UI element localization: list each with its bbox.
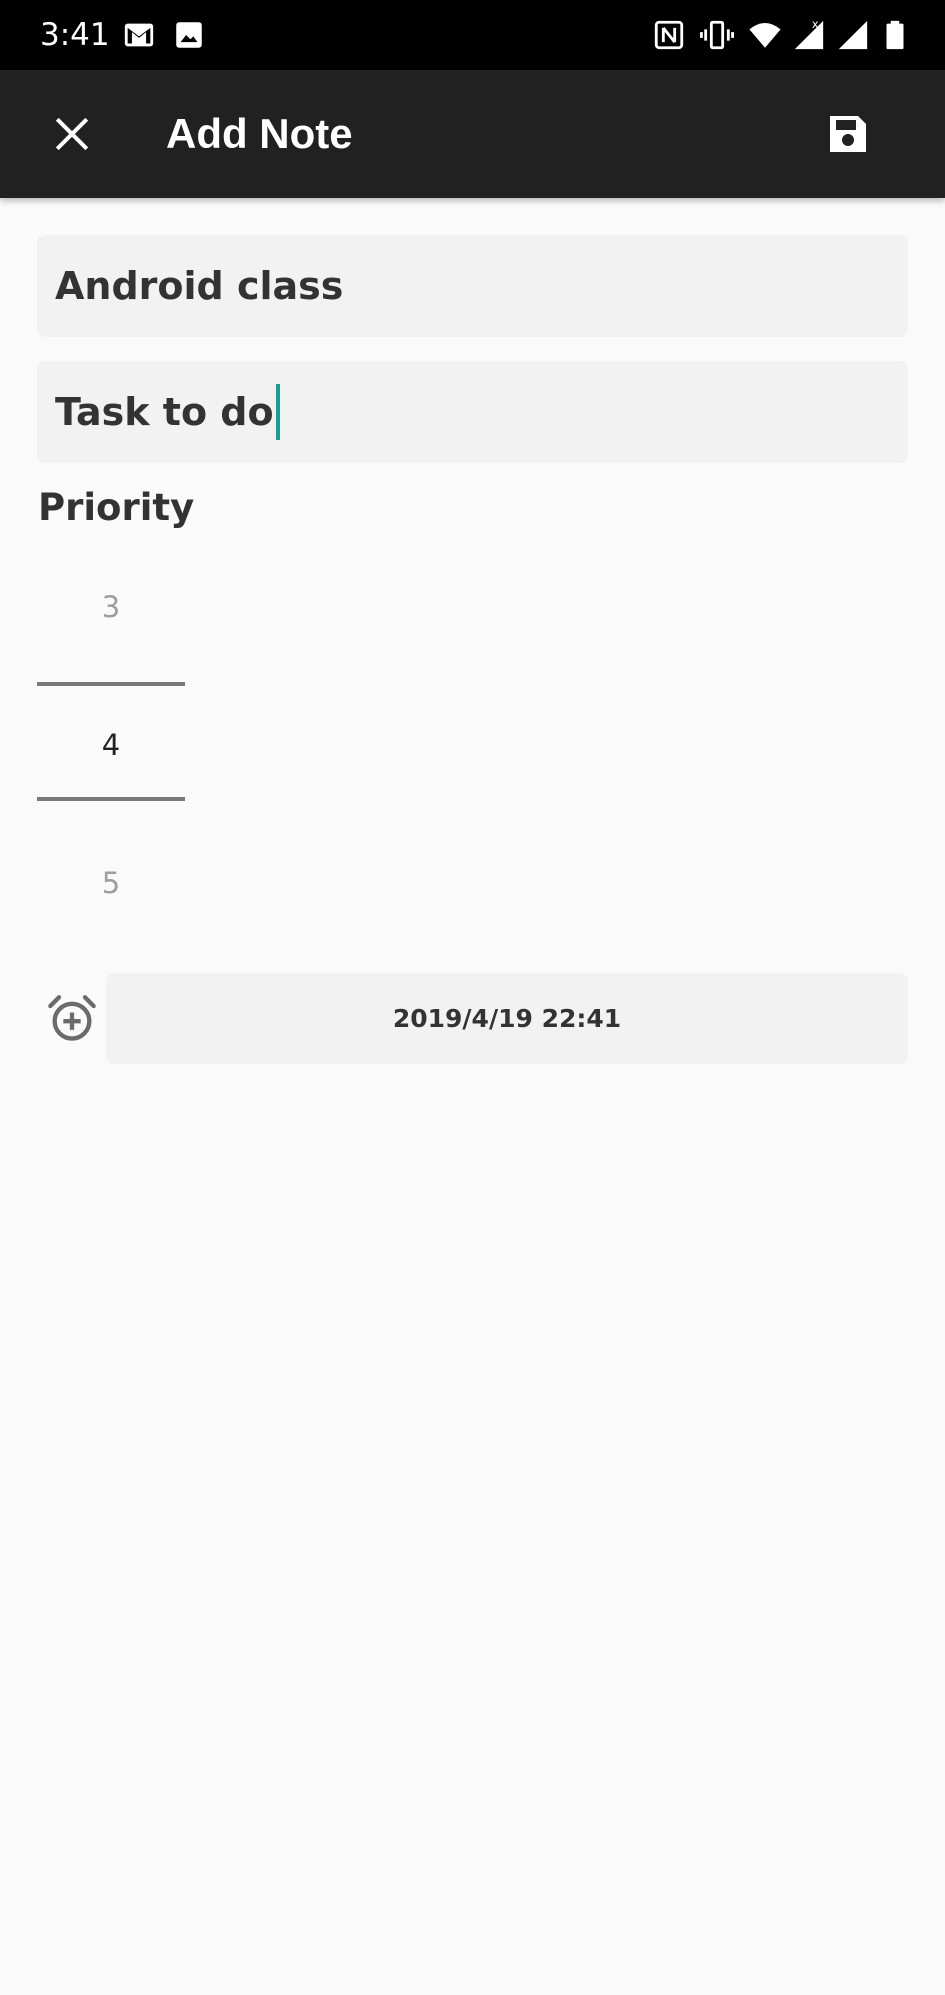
- description-input[interactable]: Task to do: [37, 361, 908, 463]
- picker-current-value[interactable]: 4: [37, 725, 185, 765]
- priority-label: Priority: [38, 486, 195, 529]
- signal-icon: x: [792, 18, 826, 52]
- app-bar: Add Note: [0, 70, 945, 198]
- save-button[interactable]: [808, 94, 888, 174]
- picker-divider-top: [37, 682, 185, 686]
- text-cursor: [275, 384, 280, 440]
- priority-picker[interactable]: 3 4 5: [37, 560, 185, 940]
- reminder-date-value: 2019/4/19 22:41: [392, 1004, 622, 1033]
- picker-divider-bottom: [37, 797, 185, 801]
- status-bar: 3:41 x: [0, 0, 945, 70]
- title-input[interactable]: Android class: [37, 235, 908, 337]
- wifi-icon: [748, 18, 782, 52]
- signal-icon-2: [836, 18, 870, 52]
- picker-next-value[interactable]: 5: [37, 863, 185, 903]
- image-icon: [172, 18, 206, 52]
- title-input-value: Android class: [55, 264, 344, 308]
- battery-icon: [878, 18, 912, 52]
- reminder-date-button[interactable]: 2019/4/19 22:41: [106, 973, 908, 1064]
- close-icon: [55, 117, 89, 151]
- picker-previous-value[interactable]: 3: [37, 587, 185, 627]
- save-icon: [830, 116, 866, 152]
- page-title: Add Note: [166, 110, 353, 157]
- gmail-icon: [122, 18, 156, 52]
- vibrate-icon: [700, 18, 734, 52]
- status-time: 3:41: [40, 17, 110, 53]
- alarm-add-icon[interactable]: [46, 993, 98, 1045]
- svg-text:x: x: [812, 18, 819, 31]
- description-input-value: Task to do: [55, 390, 274, 434]
- nfc-icon: [652, 18, 686, 52]
- close-button[interactable]: [32, 94, 112, 174]
